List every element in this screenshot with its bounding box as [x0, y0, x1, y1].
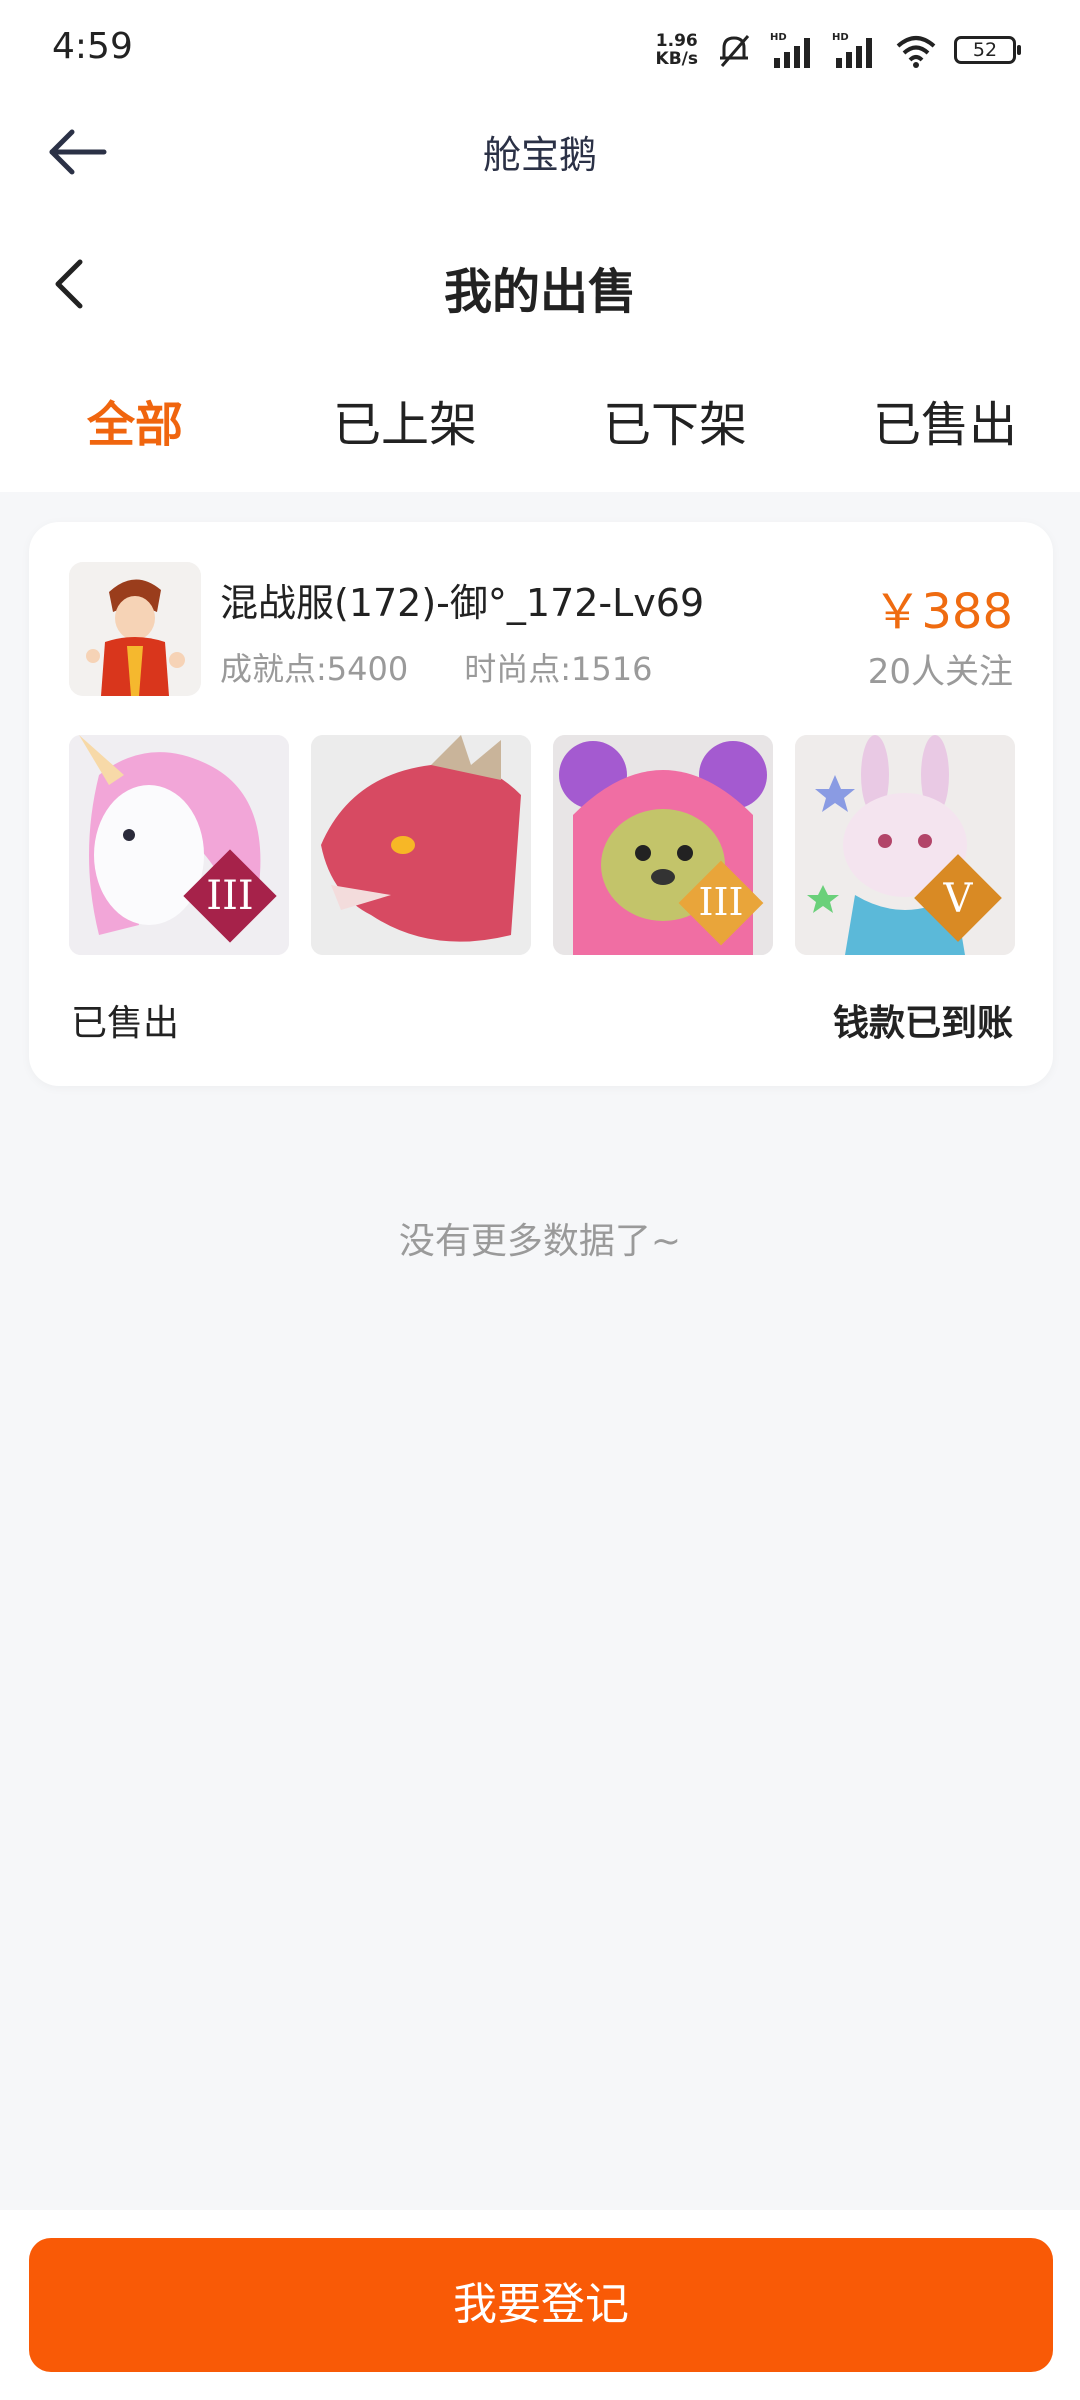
network-speed: 1.96 KB/s	[656, 32, 698, 68]
page-header: 我的出售	[0, 226, 1080, 346]
listing-card[interactable]: 混战服(172)-御°_172-Lv69 成就点:5400 时尚点:1516 ￥3…	[29, 522, 1053, 1086]
dragon-mount-icon	[311, 735, 531, 955]
thumbnail[interactable]: III	[553, 735, 773, 955]
payment-status: 钱款已到账	[832, 1003, 1013, 1044]
bear-pet-icon: III	[553, 735, 773, 955]
listing-title: 混战服(172)-御°_172-Lv69	[220, 581, 705, 625]
list-end-text: 没有更多数据了~	[398, 1221, 682, 1262]
battery-icon: 52	[954, 36, 1021, 64]
signal-icon: HD	[770, 32, 810, 68]
fashion-points: 时尚点:1516	[464, 650, 653, 688]
status-time: 4:59	[52, 26, 133, 67]
filter-tabs: 全部 已上架 已下架 已售出	[0, 380, 1080, 480]
mute-bell-icon	[720, 35, 750, 67]
rabbit-pet-icon: V	[795, 735, 1015, 955]
tab-listed[interactable]: 已上架	[270, 380, 540, 480]
register-button[interactable]: 我要登记	[29, 2238, 1053, 2372]
tab-delisted[interactable]: 已下架	[540, 380, 810, 480]
thumbnail[interactable]: V	[795, 735, 1015, 955]
tab-sold[interactable]: 已售出	[810, 380, 1080, 480]
tier-badge: III	[206, 873, 253, 919]
listing-price: ￥388	[873, 584, 1013, 640]
signal-hd-label: HD	[770, 32, 787, 43]
character-avatar-icon	[69, 562, 201, 696]
network-speed-unit: KB/s	[655, 49, 698, 69]
sale-status: 已售出	[71, 1003, 180, 1044]
page-title: 我的出售	[443, 264, 636, 320]
status-icons: 1.96 KB/s HD HD 52	[656, 28, 1021, 72]
signal-hd-label: HD	[832, 32, 849, 43]
network-speed-value: 1.96	[655, 31, 698, 51]
thumbnail[interactable]	[311, 735, 531, 955]
item-thumbnails: III III V	[69, 735, 1015, 955]
tier-badge: V	[943, 876, 974, 922]
listing-stats: 成就点:5400 时尚点:1516	[220, 644, 652, 690]
tab-all[interactable]: 全部	[0, 380, 270, 480]
unicorn-mount-icon: III	[69, 735, 289, 955]
app-title: 舱宝鹅	[482, 133, 597, 177]
app-header: 舱宝鹅	[0, 100, 1080, 204]
signal-icon: HD	[832, 32, 872, 68]
achievement-points: 成就点:5400	[220, 650, 409, 688]
tier-badge: III	[698, 880, 743, 924]
watcher-count: 20人关注	[867, 652, 1013, 692]
thumbnail[interactable]: III	[69, 735, 289, 955]
character-avatar	[69, 562, 201, 696]
status-bar: 4:59 1.96 KB/s HD HD 52	[0, 0, 1080, 100]
wifi-icon	[896, 36, 936, 68]
